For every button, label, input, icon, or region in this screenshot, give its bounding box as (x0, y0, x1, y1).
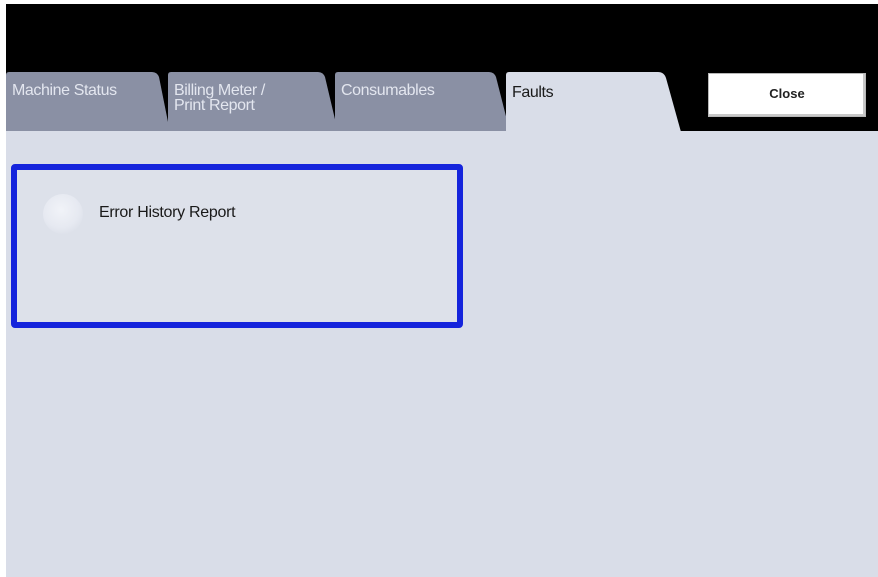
tab-shape (335, 72, 510, 132)
tab-faults[interactable]: Faults (506, 72, 681, 132)
device-screen: Machine Status Billing Meter / Print Rep… (6, 4, 878, 577)
tab-shape (6, 72, 170, 132)
tab-label: Billing Meter / Print Report (174, 82, 265, 114)
error-history-report-option[interactable]: Error History Report (43, 194, 303, 234)
close-button-label: Close (769, 86, 805, 101)
faults-panel: Error History Report (6, 131, 878, 577)
close-button[interactable]: Close (708, 73, 866, 117)
tab-shape (506, 72, 681, 132)
error-history-section: Error History Report (11, 164, 463, 328)
tab-billing-meter-print-report[interactable]: Billing Meter / Print Report (168, 72, 338, 132)
tab-machine-status[interactable]: Machine Status (6, 72, 170, 132)
tab-consumables[interactable]: Consumables (335, 72, 510, 132)
radio-button[interactable] (43, 194, 83, 234)
error-history-report-label: Error History Report (99, 204, 236, 221)
tab-label: Faults (512, 84, 554, 101)
tab-label: Consumables (341, 82, 435, 99)
tab-label: Machine Status (12, 82, 117, 99)
